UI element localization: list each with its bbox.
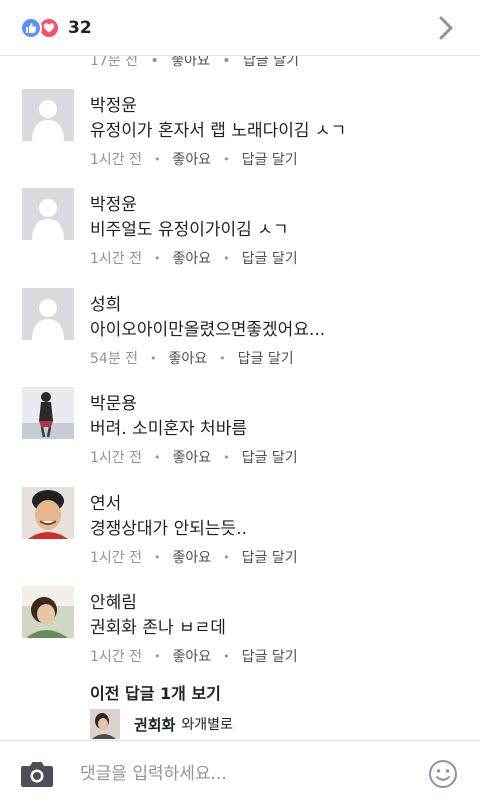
profile-photo-icon bbox=[22, 487, 74, 539]
comment-composer bbox=[0, 740, 480, 808]
comment-item: 박정윤 비주얼도 유정이가이김 ㅅㄱ 1시간 전 • 좋아요 • 답글 달기 bbox=[0, 188, 480, 288]
like-link[interactable]: 좋아요 bbox=[173, 447, 212, 467]
comment-time: 1시간 전 bbox=[90, 251, 142, 267]
comment-list[interactable]: 17분 전 • 좋아요 • 답글 달기 박정윤 유정이가 혼자서 랩 노래다이김… bbox=[0, 0, 480, 740]
comment-meta: 1시간 전 • 좋아요 • 답글 달기 bbox=[90, 646, 298, 666]
default-avatar-icon bbox=[22, 89, 74, 141]
comment-text: 경쟁상대가 안되는듯.. bbox=[90, 519, 247, 539]
comment-text: 아이오아이만올렸으면좋겠어요... bbox=[90, 320, 326, 340]
comment-text: 유정이가 혼자서 랩 노래다이김 ㅅㄱ bbox=[90, 121, 347, 141]
avatar[interactable] bbox=[22, 387, 74, 439]
profile-photo-icon bbox=[90, 709, 120, 739]
commenter-name[interactable]: 박정윤 bbox=[90, 190, 137, 215]
comment-time: 1시간 전 bbox=[90, 649, 142, 665]
comment-meta: 1시간 전 • 좋아요 • 답글 달기 bbox=[90, 149, 298, 169]
camera-icon[interactable] bbox=[20, 759, 54, 789]
comment-item: 박정윤 유정이가 혼자서 랩 노래다이김 ㅅㄱ 1시간 전 • 좋아요 • 답글… bbox=[0, 89, 480, 189]
comment-time: 1시간 전 bbox=[90, 450, 142, 466]
profile-photo-icon bbox=[22, 387, 74, 439]
like-link[interactable]: 좋아요 bbox=[173, 248, 212, 268]
default-avatar-icon bbox=[22, 288, 74, 340]
reply-link[interactable]: 답글 달기 bbox=[238, 348, 294, 368]
comment-meta: 54분 전 • 좋아요 • 답글 달기 bbox=[90, 348, 294, 368]
commenter-name[interactable]: 박문용 bbox=[90, 389, 137, 414]
reply-link[interactable]: 답글 달기 bbox=[242, 447, 298, 467]
comment-item: 안혜림 권회화 존나 ㅂㄹ데 1시간 전 • 좋아요 • 답글 달기 bbox=[0, 586, 480, 686]
chevron-right-icon[interactable] bbox=[434, 14, 458, 42]
reply-link[interactable]: 답글 달기 bbox=[242, 149, 298, 169]
commenter-name[interactable]: 안혜림 bbox=[90, 588, 137, 613]
reaction-count: 32 bbox=[68, 17, 92, 38]
comment-time: 1시간 전 bbox=[90, 550, 142, 566]
reply-link[interactable]: 답글 달기 bbox=[242, 248, 298, 268]
comment-text: 권회화 존나 ㅂㄹ데 bbox=[90, 618, 226, 638]
comment-meta: 1시간 전 • 좋아요 • 답글 달기 bbox=[90, 547, 298, 567]
comment-item: 박문용 버려. 소미혼자 처바름 1시간 전 • 좋아요 • 답글 달기 bbox=[0, 387, 480, 487]
profile-photo-icon bbox=[22, 586, 74, 638]
comment-time: 54분 전 bbox=[90, 351, 139, 367]
reply-preview[interactable]: 권회화 와개별로 bbox=[90, 708, 233, 740]
comment-meta: 1시간 전 • 좋아요 • 답글 달기 bbox=[90, 248, 298, 268]
comment-meta: 1시간 전 • 좋아요 • 답글 달기 bbox=[90, 447, 298, 467]
reply-avatar[interactable] bbox=[90, 709, 120, 739]
comment-text: 버려. 소미혼자 처바름 bbox=[90, 419, 247, 439]
like-link[interactable]: 좋아요 bbox=[173, 149, 212, 169]
avatar[interactable] bbox=[22, 188, 74, 240]
comment-time: 1시간 전 bbox=[90, 152, 142, 168]
like-link[interactable]: 좋아요 bbox=[173, 547, 212, 567]
emoji-icon[interactable] bbox=[428, 759, 458, 789]
avatar[interactable] bbox=[22, 586, 74, 638]
commenter-name[interactable]: 박정윤 bbox=[90, 91, 137, 116]
comment-item: 연서 경쟁상대가 안되는듯.. 1시간 전 • 좋아요 • 답글 달기 bbox=[0, 487, 480, 587]
default-avatar-icon bbox=[22, 188, 74, 240]
like-reaction-icon bbox=[20, 16, 42, 39]
commenter-name[interactable]: 연서 bbox=[90, 489, 121, 514]
commenter-name[interactable]: 성희 bbox=[90, 290, 121, 315]
avatar[interactable] bbox=[22, 288, 74, 340]
reply-author-name[interactable]: 권회화 bbox=[134, 714, 175, 735]
avatar[interactable] bbox=[22, 89, 74, 141]
avatar[interactable] bbox=[22, 487, 74, 539]
comment-text: 비주얼도 유정이가이김 ㅅㄱ bbox=[90, 220, 289, 240]
view-previous-replies-link[interactable]: 이전 답글 1개 보기 bbox=[90, 680, 221, 704]
reply-link[interactable]: 답글 달기 bbox=[242, 646, 298, 666]
like-link[interactable]: 좋아요 bbox=[173, 646, 212, 666]
reply-text: 와개별로 bbox=[181, 717, 233, 733]
like-link[interactable]: 좋아요 bbox=[169, 348, 208, 368]
comment-input[interactable] bbox=[80, 757, 400, 791]
reply-link[interactable]: 답글 달기 bbox=[242, 547, 298, 567]
reactions-header[interactable]: 32 bbox=[0, 0, 480, 56]
comment-item: 성희 아이오아이만올렸으면좋겠어요... 54분 전 • 좋아요 • 답글 달기 bbox=[0, 288, 480, 388]
